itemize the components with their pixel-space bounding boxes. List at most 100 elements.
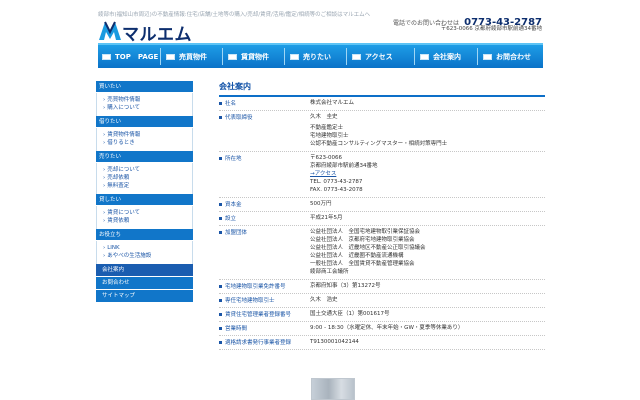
- row-label: 社名: [219, 99, 307, 107]
- arrow-icon: ›: [103, 167, 106, 173]
- info-row-representative: 代表取締役 久木 圭史 不動産鑑定士 宅地建物取引士 公認不動産コンサルティング…: [219, 111, 545, 152]
- nav-divider: [414, 48, 415, 65]
- square-icon: [290, 53, 299, 60]
- side-section-sell: 売りたい: [96, 151, 193, 163]
- side-link-contact[interactable]: お問合わせ: [96, 277, 193, 290]
- side-link[interactable]: › 借りるとき: [103, 139, 192, 147]
- info-row-established: 設立 平成21年5月: [219, 212, 545, 226]
- row-label: 設立: [219, 214, 307, 222]
- arrow-icon: ›: [103, 245, 106, 251]
- row-label: 代表取締役: [219, 113, 307, 121]
- nav-label: TOP PAGE: [115, 52, 159, 61]
- square-icon: [228, 53, 237, 60]
- side-link[interactable]: › LINK: [103, 244, 192, 252]
- site-tagline: 綾部市(福知山市周辺)の不動産情報:住宅/店舗/土地等の購入/売却/賃貸/活用/…: [98, 12, 371, 18]
- side-link-company[interactable]: 会社案内: [96, 264, 193, 277]
- side-nav: 買いたい › 売買物件情報 › 購入について 借りたい › 賃貸物件情報 › 借りるとき…: [96, 81, 193, 303]
- logo-mark-icon: [99, 21, 121, 40]
- nav-company[interactable]: 会社案内: [420, 45, 461, 68]
- row-value: 9:00 - 18:30（水曜定休、年末年始・GW・夏季等休業あり）: [310, 325, 464, 331]
- info-row-capital: 資本金 500万円: [219, 198, 545, 212]
- main-content: 会社案内 社名 株式会社マルエム 代表取締役 久木 圭史 不動産鑑定士 宅地建物…: [219, 81, 545, 350]
- nav-access[interactable]: アクセス: [352, 45, 393, 68]
- nav-label: 売りたい: [303, 52, 331, 61]
- row-value: 〒623-0066 京都府綾部市駅前通34番地 →アクセス TEL. 0773-…: [310, 152, 545, 197]
- row-label: 所在地: [219, 154, 307, 162]
- nav-divider: [222, 48, 223, 65]
- side-link-sitemap[interactable]: サイトマップ: [96, 290, 193, 303]
- side-sublist-buy: › 売買物件情報 › 購入について: [96, 93, 193, 116]
- row-value: T9130001042144: [310, 339, 359, 345]
- row-value: 株式会社マルエム: [310, 100, 355, 106]
- arrow-icon: ›: [103, 140, 106, 146]
- square-icon: [102, 53, 111, 60]
- row-label: 加盟団体: [219, 228, 307, 236]
- info-row-company-name: 社名 株式会社マルエム: [219, 97, 545, 111]
- side-link[interactable]: › 売却依頼: [103, 174, 192, 182]
- info-row-invoice: 適格請求書発行事業者登録 T9130001042144: [219, 336, 545, 350]
- info-row-location: 所在地 〒623-0066 京都府綾部市駅前通34番地 →アクセス TEL. 0…: [219, 152, 545, 198]
- row-label: 宅地建物取引業免許番号: [219, 282, 307, 290]
- arrow-icon: ›: [103, 105, 106, 111]
- info-row-memberships: 加盟団体 公益社団法人 全国宅地建物取引業保証協会 公益社団法人 京都府宅地建物…: [219, 226, 545, 280]
- nav-label: お問合わせ: [496, 52, 531, 61]
- nav-sales[interactable]: 売買物件: [166, 45, 207, 68]
- side-section-lend: 貸したい: [96, 194, 193, 206]
- nav-label: 会社案内: [433, 52, 461, 61]
- arrow-icon: ›: [103, 253, 106, 259]
- nav-contact[interactable]: お問合わせ: [483, 45, 531, 68]
- side-link[interactable]: › 賃貸依頼: [103, 217, 192, 225]
- side-section-borrow: 借りたい: [96, 116, 193, 128]
- page-title: 会社案内: [219, 81, 545, 97]
- nav-label: 売買物件: [179, 52, 207, 61]
- row-label: 専任宅地建物取引士: [219, 296, 307, 304]
- side-link[interactable]: › 賃貸物件情報: [103, 131, 192, 139]
- row-value: 京都府知事（3）第13272号: [310, 283, 381, 289]
- access-link[interactable]: →アクセス: [310, 170, 545, 178]
- side-sublist-sell: › 売却について › 売却依頼 › 無料査定: [96, 163, 193, 194]
- side-sublist-lend: › 賃貸について › 賃貸依頼: [96, 206, 193, 229]
- side-link[interactable]: › 購入について: [103, 104, 192, 112]
- row-value: 500万円: [310, 201, 332, 207]
- row-value: 国土交通大臣（1）第001617号: [310, 311, 390, 317]
- arrow-icon: ›: [103, 175, 106, 181]
- side-link[interactable]: › あやべの生活施設: [103, 252, 192, 260]
- row-value: 公益社団法人 全国宅地建物取引業保証協会 公益社団法人 京都府宅地建物取引業協会…: [310, 229, 426, 275]
- row-label: 営業時間: [219, 324, 307, 332]
- row-value: 平成21年5月: [310, 215, 343, 221]
- site-logo[interactable]: マルエム: [98, 19, 228, 45]
- building-photo: [311, 378, 355, 400]
- arrow-icon: ›: [103, 97, 106, 103]
- nav-sell[interactable]: 売りたい: [290, 45, 331, 68]
- side-sublist-borrow: › 賃貸物件情報 › 借りるとき: [96, 128, 193, 151]
- side-link[interactable]: › 賃貸について: [103, 209, 192, 217]
- row-value: 久木 圭史 不動産鑑定士 宅地建物取引士 公認不動産コンサルティングマスター・相…: [310, 114, 448, 147]
- arrow-icon: ›: [103, 218, 106, 224]
- side-link[interactable]: › 無料査定: [103, 182, 192, 190]
- square-icon: [352, 53, 361, 60]
- arrow-icon: ›: [103, 210, 106, 216]
- info-row-license: 宅地建物取引業免許番号 京都府知事（3）第13272号: [219, 280, 545, 294]
- nav-divider: [477, 48, 478, 65]
- nav-top[interactable]: TOP PAGE: [102, 45, 158, 68]
- row-label: 適格請求書発行事業者登録: [219, 338, 307, 346]
- page: { "header": { "tagline": "綾部市(福知山市周辺)の不動…: [0, 0, 640, 400]
- row-label: 賃貸住宅管理業者登録番号: [219, 310, 307, 318]
- square-icon: [483, 53, 492, 60]
- nav-divider: [346, 48, 347, 65]
- info-row-agent: 専任宅地建物取引士 久木 浩史: [219, 294, 545, 308]
- side-section-buy: 買いたい: [96, 81, 193, 93]
- info-row-rental-registration: 賃貸住宅管理業者登録番号 国土交通大臣（1）第001617号: [219, 308, 545, 322]
- side-link[interactable]: › 売却について: [103, 166, 192, 174]
- nav-rentals[interactable]: 賃貸物件: [228, 45, 269, 68]
- square-icon: [166, 53, 175, 60]
- side-sublist-useful: › LINK › あやべの生活施設: [96, 241, 193, 264]
- logo-text: マルエム: [122, 25, 192, 45]
- side-section-useful: お役立ち: [96, 229, 193, 241]
- row-value: 久木 浩史: [310, 297, 338, 303]
- arrow-icon: ›: [103, 183, 106, 189]
- square-icon: [420, 53, 429, 60]
- side-link[interactable]: › 売買物件情報: [103, 96, 192, 104]
- global-nav: TOP PAGE 売買物件 賃貸物件 売りたい アクセス 会社案内 お問合わせ: [98, 43, 543, 68]
- header-address: 〒623-0066 京都府綾部市駅前通34番地: [440, 26, 542, 32]
